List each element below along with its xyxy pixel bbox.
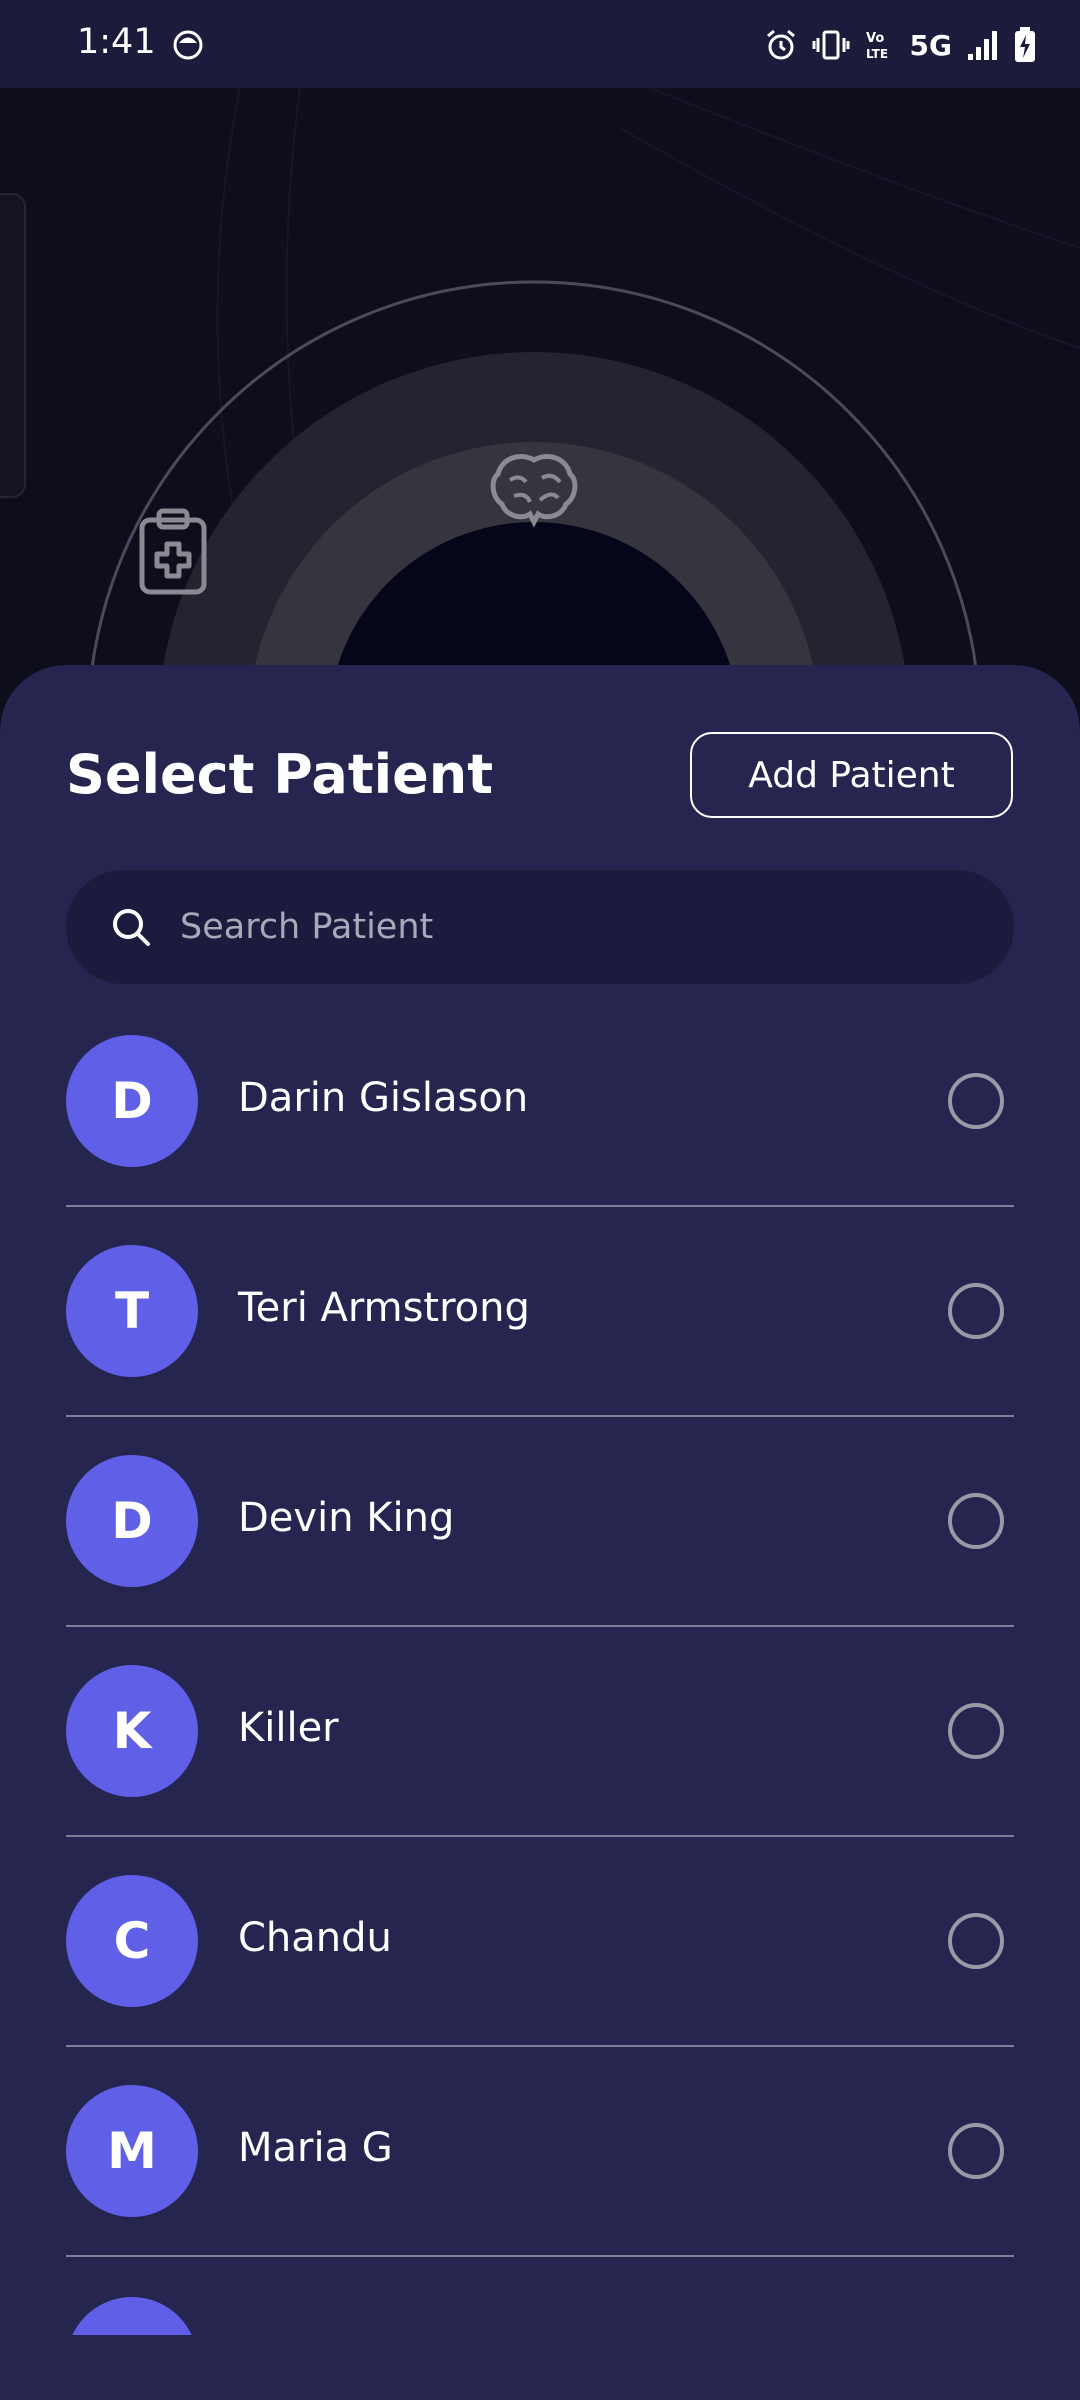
add-patient-button[interactable]: Add Patient [690,732,1013,818]
hero-rings [87,88,1080,708]
search-bar[interactable] [66,870,1014,984]
patient-row[interactable]: T Teri Armstrong [0,1227,1080,1437]
status-icons: Vo LTE 5G [764,24,1036,66]
patient-name: Chandu [238,1915,392,1961]
side-drawer-handle[interactable] [0,193,26,498]
patient-list: D Darin Gislason T Teri Armstrong D Devi… [0,1017,1080,2277]
patient-row[interactable]: D Darin Gislason [0,1017,1080,1227]
sheet-title: Select Patient [66,743,494,806]
divider [66,2255,1014,2257]
vibrate-icon [812,30,850,60]
patient-name: Maria G [238,2125,393,2171]
status-time: 1:41 [77,22,156,62]
svg-text:Vo: Vo [866,31,884,46]
patient-name: Killer [238,1705,339,1751]
divider [66,1205,1014,1207]
avatar: K [66,1665,198,1797]
network-type: 5G [909,28,952,62]
patient-row[interactable]: D Devin King [0,1437,1080,1647]
patient-name: Devin King [238,1495,455,1541]
avatar: C [66,1875,198,2007]
divider [66,1625,1014,1627]
brain-icon[interactable] [490,450,578,530]
avatar: M [66,2085,198,2217]
divider [66,1415,1014,1417]
divider [66,2045,1014,2047]
patient-name: Teri Armstrong [238,1285,530,1331]
signal-icon [968,31,997,60]
notification-app-icon [173,30,203,60]
svg-text:LTE: LTE [866,47,888,61]
search-icon [113,909,150,946]
patient-row[interactable]: K Killer [0,1647,1080,1857]
select-radio[interactable] [948,1073,1004,1129]
volte-icon: Vo LTE [866,31,888,61]
list-bottom-fade [0,2335,1080,2400]
select-radio[interactable] [948,2123,1004,2179]
search-input[interactable] [180,907,880,947]
divider [66,1835,1014,1837]
alarm-icon [766,29,795,60]
clipboard-medical-icon[interactable] [137,508,209,596]
battery-charging-icon [1015,27,1035,62]
select-radio[interactable] [948,1493,1004,1549]
avatar: T [66,1245,198,1377]
select-radio[interactable] [948,1703,1004,1759]
select-radio[interactable] [948,1913,1004,1969]
patient-name: Darin Gislason [238,1075,529,1121]
select-patient-sheet: Select Patient Add Patient D Darin Gisla… [0,665,1080,2400]
avatar: D [66,1035,198,1167]
avatar: D [66,1455,198,1587]
patient-row[interactable]: M Maria G [0,2067,1080,2277]
patient-row[interactable]: C Chandu [0,1857,1080,2067]
hero-background [0,88,1080,708]
select-radio[interactable] [948,1283,1004,1339]
status-bar: 1:41 Vo LTE 5G [0,0,1080,88]
